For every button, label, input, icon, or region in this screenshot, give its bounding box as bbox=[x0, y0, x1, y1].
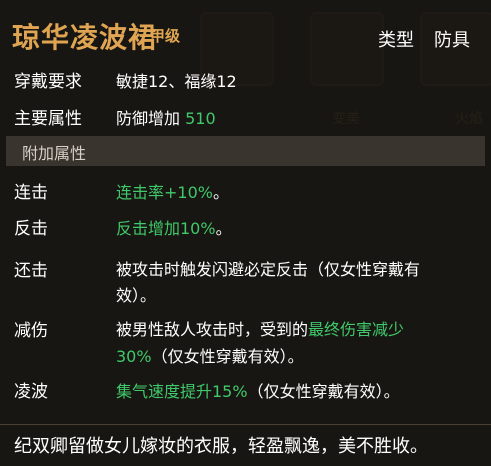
affix-green-text: 30% bbox=[116, 347, 152, 366]
affix-text: 。 bbox=[215, 219, 232, 238]
affix-text: （仅女性穿戴有效）。 bbox=[151, 347, 304, 366]
affix-text: （仅女性穿戴有效）。 bbox=[247, 382, 400, 401]
affix-label: 减伤 bbox=[14, 321, 48, 341]
main-attribute-label: 主要属性 bbox=[14, 109, 82, 129]
divider bbox=[0, 424, 491, 425]
item-tooltip: 琼华凌波裙 甲级 类型 防具 穿戴要求 敏捷12、福缘12 主要属性 防御增加 … bbox=[0, 0, 491, 466]
requirements-value: 敏捷12、福缘12 bbox=[116, 72, 237, 91]
affix-value: 被男性敌人攻击时，受到的最终伤害减少 bbox=[116, 316, 404, 340]
affix-label: 连击 bbox=[14, 183, 48, 203]
item-type-label: 类型 bbox=[378, 30, 414, 51]
affix-green-text: 集气速度提升15% bbox=[116, 382, 248, 401]
affix-label: 反击 bbox=[14, 219, 48, 239]
item-description: 纪双卿留做女儿嫁妆的衣服，轻盈飘逸，美不胜收。 bbox=[14, 436, 428, 457]
affix-value-continued: 30%（仅女性穿戴有效）。 bbox=[116, 343, 304, 367]
main-attribute-name: 防御增加 bbox=[116, 109, 181, 128]
requirements-label: 穿戴要求 bbox=[14, 72, 82, 92]
affix-text: 。 bbox=[212, 183, 229, 202]
affix-value-continued: 效）。 bbox=[116, 286, 157, 305]
item-name: 琼华凌波裙 bbox=[12, 21, 158, 54]
affix-value: 被攻击时触发闪避必定反击（仅女性穿戴有 bbox=[116, 260, 421, 279]
affix-green-text: 连击率+10% bbox=[116, 183, 213, 202]
affix-value: 反击增加10%。 bbox=[116, 215, 232, 239]
affix-label: 凌波 bbox=[14, 382, 48, 402]
affix-green-text: 反击增加10% bbox=[116, 219, 216, 238]
extra-attributes-header: 附加属性 bbox=[6, 136, 485, 166]
affix-value: 连击率+10%。 bbox=[116, 179, 229, 203]
item-grade: 甲级 bbox=[150, 27, 181, 45]
affix-green-text: 最终伤害减少 bbox=[308, 320, 405, 339]
main-attribute-number: 510 bbox=[185, 109, 216, 128]
affix-label: 还击 bbox=[14, 261, 48, 281]
extra-attributes-title: 附加属性 bbox=[22, 144, 87, 163]
main-attribute-value: 防御增加 510 bbox=[116, 105, 216, 129]
affix-value: 集气速度提升15%（仅女性穿戴有效）。 bbox=[116, 378, 400, 402]
item-type-value: 防具 bbox=[434, 30, 470, 51]
affix-text: 被男性敌人攻击时，受到的 bbox=[116, 320, 309, 339]
